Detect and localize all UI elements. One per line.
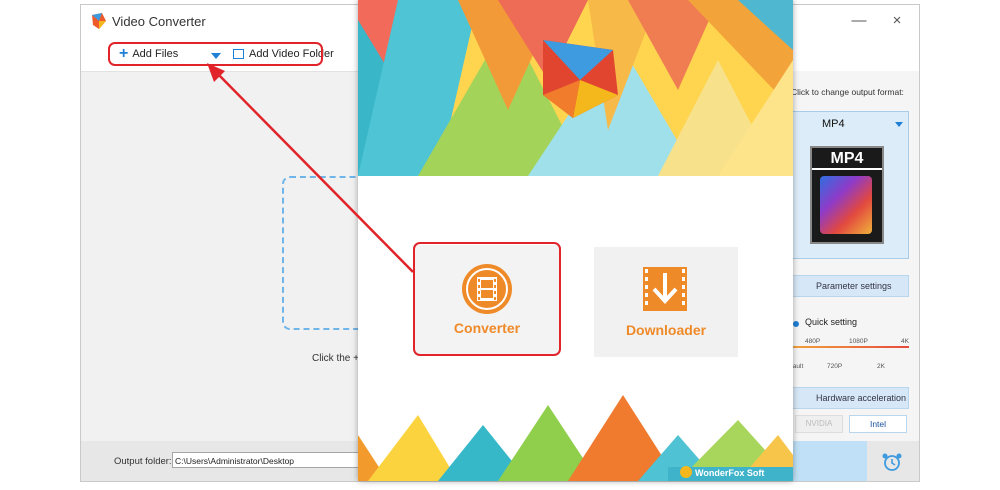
output-format-selector[interactable]: MP4 MP4 (791, 111, 909, 259)
output-folder-field[interactable]: C:\Users\Administrator\Desktop (172, 452, 362, 468)
quick-setting-bullet-icon (793, 321, 799, 327)
brand-name: WonderFox Soft (695, 468, 765, 478)
banner-art (358, 0, 793, 176)
quick-setting-label: Quick setting (805, 317, 858, 327)
quick-tick-bottom: 2K (877, 363, 885, 370)
parameter-settings-button[interactable]: Parameter settings (791, 275, 909, 297)
quick-tick-top: 480P (805, 338, 821, 345)
alarm-clock-icon[interactable] (881, 452, 903, 472)
format-thumbnail: MP4 (810, 146, 884, 244)
download-arrow-icon (643, 267, 687, 311)
close-button[interactable]: × (888, 12, 906, 30)
quick-tick-top: 1080P (849, 338, 868, 345)
format-name: MP4 (822, 118, 845, 130)
drop-hint-text: Click the + (312, 353, 359, 364)
nvidia-option[interactable]: NVIDIA (795, 415, 843, 433)
app-logo-icon (92, 13, 106, 29)
hardware-acceleration-toggle[interactable]: Hardware acceleration (791, 387, 909, 409)
format-thumbnail-label: MP4 (812, 150, 882, 170)
chevron-down-icon[interactable] (895, 122, 903, 127)
quick-tick-bottom: 720P (827, 363, 843, 370)
minimize-button[interactable]: — (850, 12, 868, 30)
downloader-card[interactable]: Downloader (594, 247, 738, 357)
mode-selection-dialog: Converter Downloader WonderFox Soft (358, 0, 793, 481)
window-title: Video Converter (112, 14, 206, 29)
format-hint: Click to change output format: (791, 87, 904, 97)
output-folder-label: Output folder: (114, 456, 172, 467)
wonderfox-logo-icon (680, 466, 692, 478)
highlight-box-converter (413, 242, 561, 356)
quick-setting-slider[interactable] (791, 346, 909, 348)
output-format-panel: Click to change output format: MP4 MP4 P… (791, 71, 919, 441)
intel-option[interactable]: Intel (849, 415, 907, 433)
run-button[interactable] (791, 441, 867, 481)
downloader-label: Downloader (625, 322, 707, 338)
highlight-box-toolbar (108, 42, 323, 66)
quick-tick-top: 4K (901, 338, 909, 345)
hot-air-balloon-image (820, 176, 872, 234)
